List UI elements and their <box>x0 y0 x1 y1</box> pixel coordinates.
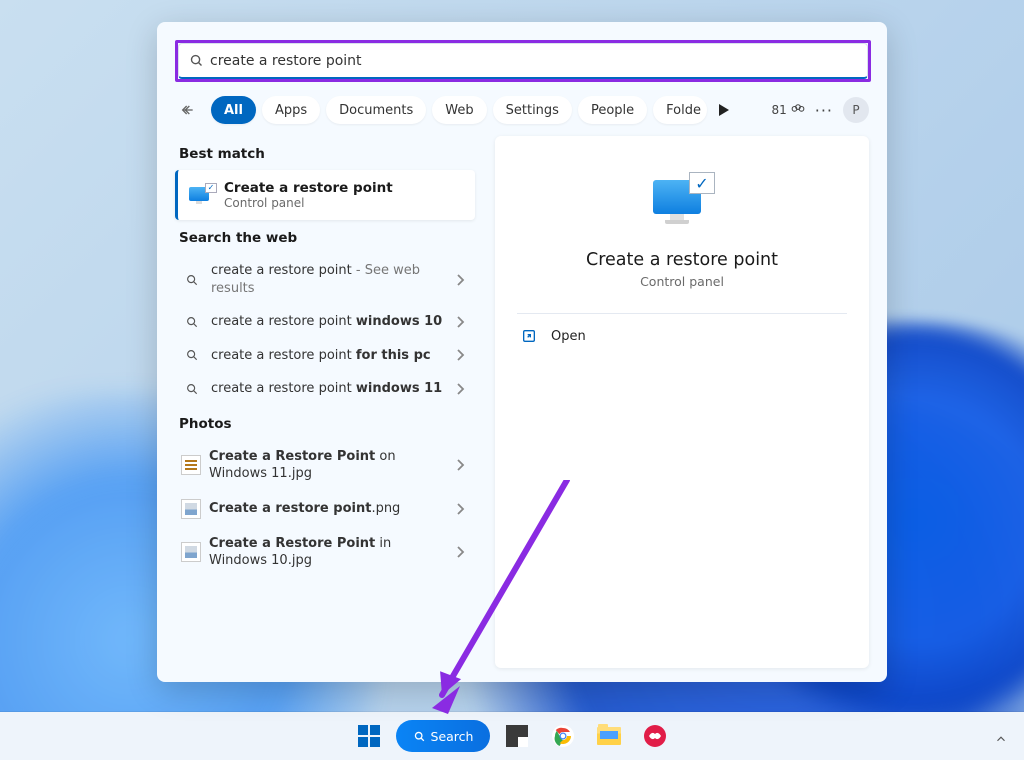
filter-people[interactable]: People <box>578 96 647 124</box>
rewards-points[interactable]: 81 <box>771 103 804 117</box>
web-result-2[interactable]: create a restore point windows 10 <box>175 305 475 339</box>
filter-documents[interactable]: Documents <box>326 96 426 124</box>
chrome-icon <box>551 724 575 748</box>
task-view-button[interactable] <box>498 717 536 755</box>
app-icon <box>644 725 666 747</box>
file-thumbnail-icon <box>181 542 201 562</box>
detail-title: Create a restore point <box>586 250 778 270</box>
section-search-web: Search the web <box>175 220 475 254</box>
open-action[interactable]: Open <box>517 320 847 352</box>
user-avatar[interactable]: P <box>843 97 869 123</box>
chrome-button[interactable] <box>544 717 582 755</box>
search-bar[interactable] <box>178 43 868 79</box>
web-result-3[interactable]: create a restore point for this pc <box>175 339 475 373</box>
detail-subtitle: Control panel <box>640 274 724 289</box>
folder-icon <box>597 727 621 745</box>
chevron-up-icon <box>994 732 1008 746</box>
filter-settings[interactable]: Settings <box>493 96 572 124</box>
search-icon <box>181 348 203 362</box>
back-button[interactable] <box>175 97 201 123</box>
windows-logo-icon <box>358 725 380 747</box>
section-photos: Photos <box>175 406 475 440</box>
search-icon <box>181 315 203 329</box>
search-icon <box>181 273 203 287</box>
file-thumbnail-icon <box>181 455 201 475</box>
web-result-4[interactable]: create a restore point windows 11 <box>175 372 475 406</box>
restore-point-icon: ✓ <box>186 183 216 207</box>
points-value: 81 <box>771 103 786 117</box>
task-view-icon <box>506 725 528 747</box>
best-match-subtitle: Control panel <box>224 196 393 210</box>
trophy-icon <box>791 103 805 117</box>
filter-folders[interactable]: Folde <box>653 96 707 124</box>
more-options-button[interactable]: ··· <box>811 101 837 120</box>
divider <box>517 313 847 314</box>
chevron-right-icon <box>451 349 469 361</box>
file-explorer-button[interactable] <box>590 717 628 755</box>
best-match-title: Create a restore point <box>224 180 393 196</box>
start-button[interactable] <box>350 717 388 755</box>
web-result-1[interactable]: create a restore point - See web results <box>175 254 475 305</box>
search-highlight-annotation <box>175 40 871 82</box>
filter-all[interactable]: All <box>211 96 256 124</box>
more-filters-button[interactable] <box>715 104 733 116</box>
chevron-right-icon <box>451 316 469 328</box>
file-thumbnail-icon <box>181 499 201 519</box>
chevron-right-icon <box>451 383 469 395</box>
taskbar-search-button[interactable]: Search <box>396 720 490 752</box>
filter-apps[interactable]: Apps <box>262 96 320 124</box>
search-icon <box>189 53 204 68</box>
annotation-arrow <box>422 480 582 720</box>
taskbar-search-label: Search <box>431 729 474 744</box>
show-hidden-icons-button[interactable] <box>994 732 1008 746</box>
app-button[interactable] <box>636 717 674 755</box>
search-icon <box>413 730 426 743</box>
open-label: Open <box>551 329 586 344</box>
chevron-right-icon <box>451 459 469 471</box>
search-input[interactable] <box>210 53 857 69</box>
restore-point-large-icon: ✓ <box>653 170 711 228</box>
filter-row: All Apps Documents Web Settings People F… <box>157 92 887 132</box>
best-match-item[interactable]: ✓ Create a restore point Control panel <box>175 170 475 220</box>
filter-web[interactable]: Web <box>432 96 486 124</box>
section-best-match: Best match <box>175 136 475 170</box>
open-icon <box>521 328 537 344</box>
search-icon <box>181 382 203 396</box>
chevron-right-icon <box>451 274 469 286</box>
